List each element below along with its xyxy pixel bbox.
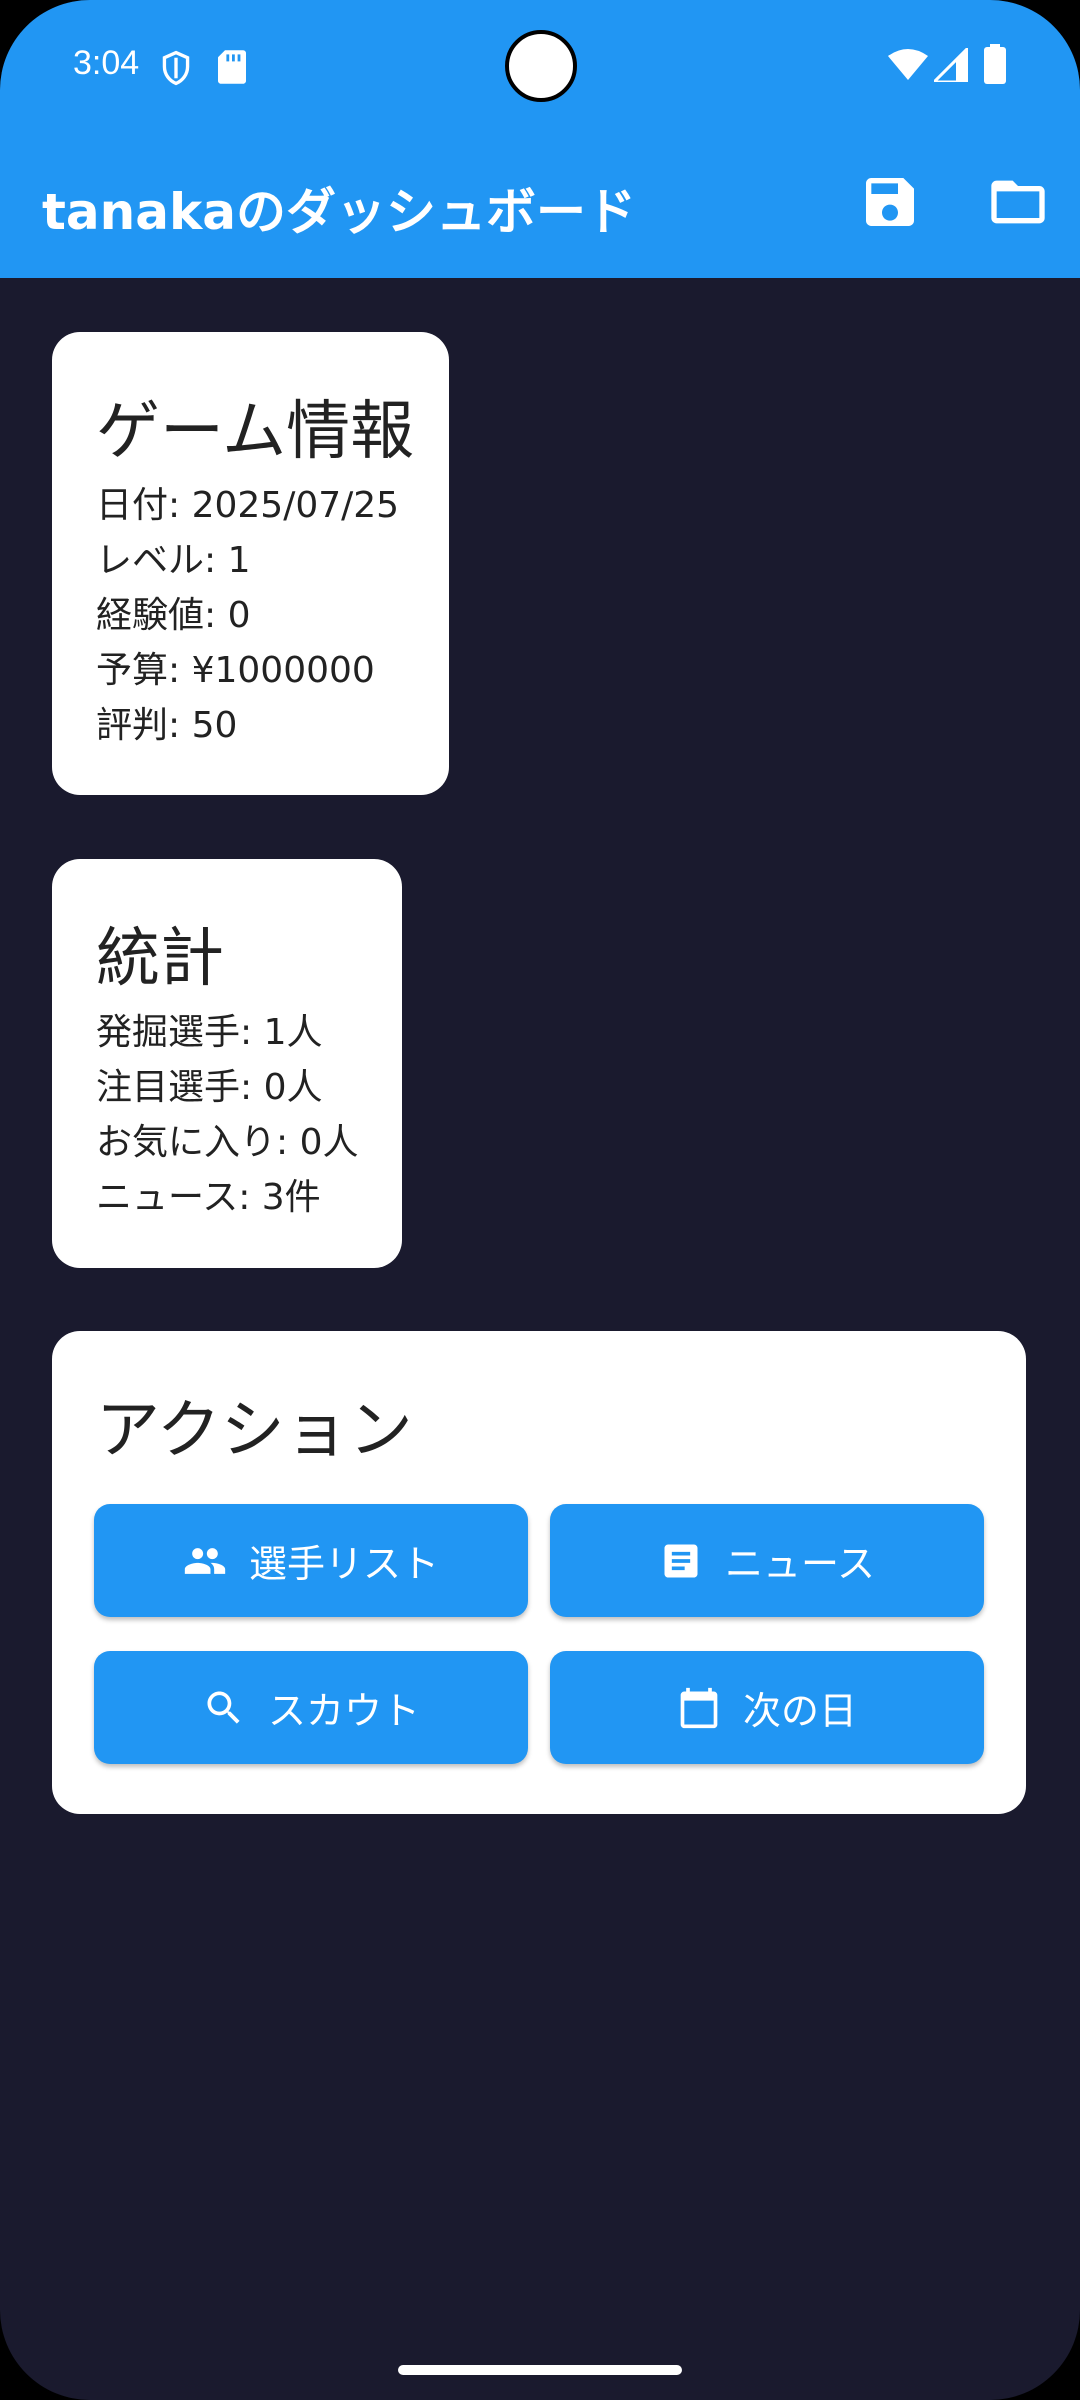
game-reputation: 評判: 50 <box>96 705 238 746</box>
status-bar: 3:04 <box>0 0 1080 132</box>
actions-card: アクション 選手リスト ニュース スカウト 次の日 <box>52 1331 1026 1814</box>
game-level: レベル: 1 <box>96 540 251 581</box>
folder-icon <box>991 180 1045 224</box>
calendar-icon <box>680 1687 718 1728</box>
stats-title: 統計 <box>96 922 224 996</box>
game-info-title: ゲーム情報 <box>96 395 415 469</box>
save-button[interactable] <box>858 170 922 234</box>
stat-news: ニュース: 3件 <box>96 1177 321 1218</box>
battery-icon <box>984 44 1006 84</box>
stat-watched-players: 注目選手: 0人 <box>96 1067 323 1108</box>
scout-label: スカウト <box>267 1689 420 1733</box>
home-indicator[interactable] <box>398 2365 682 2375</box>
scout-button[interactable]: スカウト <box>94 1651 528 1764</box>
wifi-icon <box>888 49 928 80</box>
news-label: ニュース <box>724 1542 876 1586</box>
stat-favorites: お気に入り: 0人 <box>96 1122 359 1163</box>
game-info-card: ゲーム情報 日付: 2025/07/25 レベル: 1 経験値: 0 予算: ¥… <box>52 332 449 795</box>
front-camera <box>505 30 577 102</box>
game-experience: 経験値: 0 <box>96 595 251 636</box>
search-icon <box>207 1691 240 1724</box>
stats-card: 統計 発掘選手: 1人 注目選手: 0人 お気に入り: 0人 ニュース: 3件 <box>52 859 402 1268</box>
next-day-label: 次の日 <box>742 1689 857 1733</box>
screen: 3:04 tanakaのダッシュボード ゲーム情報 日付: 2025/07/25… <box>0 0 1080 2400</box>
people-icon <box>184 1547 226 1574</box>
actions-title: アクション <box>96 1394 413 1468</box>
stats-lines: 発掘選手: 1人 注目選手: 0人 お気に入り: 0人 ニュース: 3件 <box>96 1005 358 1225</box>
sd-card-icon <box>218 50 246 84</box>
save-icon <box>866 178 914 226</box>
next-day-button[interactable]: 次の日 <box>550 1651 984 1764</box>
news-button[interactable]: ニュース <box>550 1504 984 1617</box>
game-info-lines: 日付: 2025/07/25 レベル: 1 経験値: 0 予算: ¥100000… <box>96 478 399 753</box>
open-folder-button[interactable] <box>986 170 1050 234</box>
stat-discovered-players: 発掘選手: 1人 <box>96 1012 323 1053</box>
page-title: tanakaのダッシュボード <box>42 183 636 241</box>
player-list-label: 選手リスト <box>248 1542 439 1586</box>
game-budget: 予算: ¥1000000 <box>96 650 375 691</box>
game-date: 日付: 2025/07/25 <box>96 485 400 526</box>
article-icon <box>664 1544 698 1577</box>
player-list-button[interactable]: 選手リスト <box>94 1504 528 1617</box>
cellular-signal-icon <box>934 48 968 82</box>
shield-icon <box>162 50 190 86</box>
status-time: 3:04 <box>73 44 140 82</box>
